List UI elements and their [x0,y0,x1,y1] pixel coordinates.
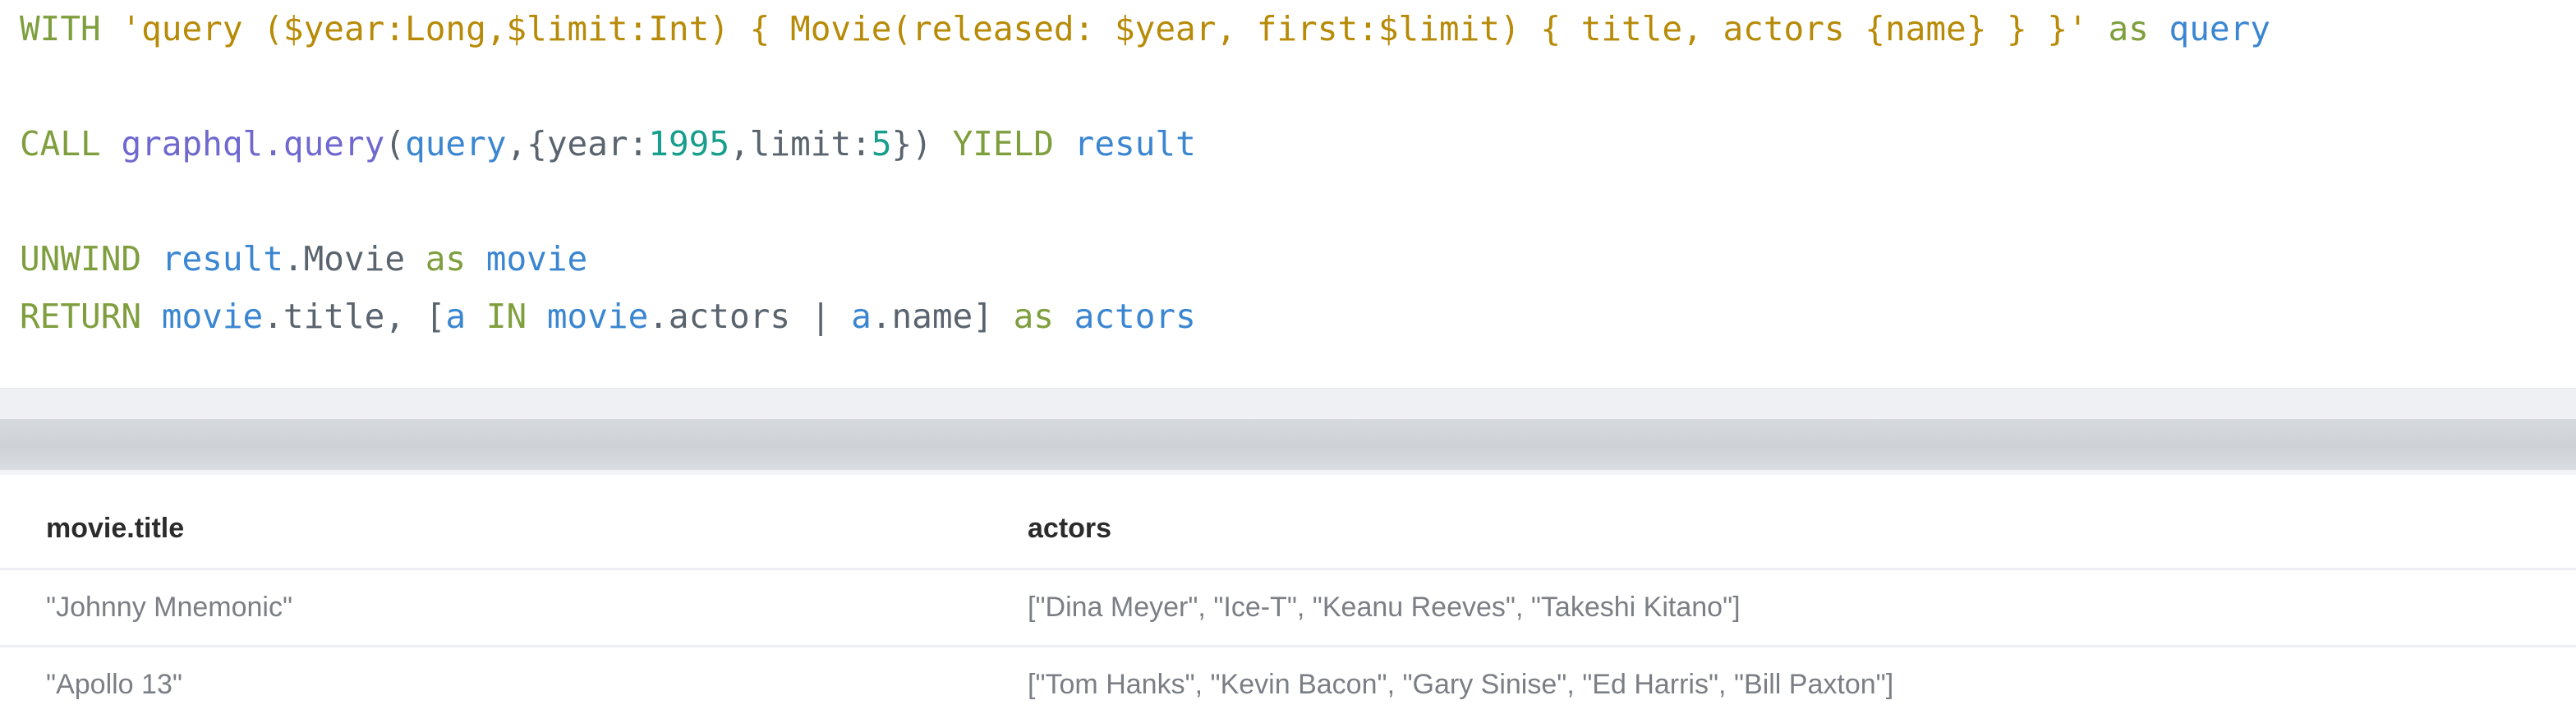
code-token-punc: ,{ [506,124,547,164]
code-token-prop: .name [871,297,973,336]
code-line-1: WITH 'query ($year:Long,$limit:Int) { Mo… [20,0,2576,58]
cell-actors: ["Dina Meyer", "Ice-T", "Keanu Reeves", … [982,569,2576,647]
code-line-3: CALL graphql.query(query,{year:1995,limi… [20,115,2576,173]
code-token-num: 5 [871,124,892,164]
frame-divider-bar [0,419,2576,470]
results-pane: movie.title actors "Johnny Mnemonic" ["D… [0,475,2576,714]
column-header-movie-title[interactable]: movie.title [0,475,982,570]
code-token-str: 'query ($year:Long,$limit:Int) { Movie(r… [121,9,2088,48]
code-token-punc: : [628,124,649,164]
code-token-kw: RETURN [20,297,142,336]
code-token-num: 1995 [648,124,730,164]
code-token-var: result [1074,124,1196,164]
code-token-proc: graphql.query [121,124,385,164]
code-token-prop: .title [263,297,385,336]
code-token-prop: limit [749,124,852,164]
code-token-prop: .actors [648,297,791,336]
code-line-5: UNWIND result.Movie as movie [20,230,2576,288]
table-row: "Apollo 13" ["Tom Hanks", "Kevin Bacon",… [0,646,2576,714]
code-token-kw: as [425,239,467,279]
code-token-punc: , [ [384,297,446,336]
code-token-prop: .Movie [283,239,406,279]
code-token-kw: WITH [20,9,101,48]
code-token-kw: YIELD [952,124,1054,164]
code-token-kw: as [2108,9,2149,48]
frame-divider-light [0,388,2576,420]
code-token-kw: CALL [20,124,101,164]
code-token-var: movie [161,297,264,336]
code-token-kw: UNWIND [20,239,142,279]
code-token-var: a [445,297,467,336]
code-token-punc: : [851,124,872,164]
cypher-query-editor[interactable]: WITH 'query ($year:Long,$limit:Int) { Mo… [0,0,2576,388]
table-row: "Johnny Mnemonic" ["Dina Meyer", "Ice-T"… [0,569,2576,647]
column-header-actors[interactable]: actors [982,475,2576,570]
code-token-var: query [2169,9,2270,48]
code-token-prop: year [546,124,628,164]
table-header-row: movie.title actors [0,475,2576,570]
code-token-punc: ( [384,124,406,164]
code-token-kw: as [1013,297,1054,336]
code-token-punc: | [790,297,852,336]
code-token-var: a [851,297,872,336]
code-token-kw: IN [485,297,527,336]
code-token-var: query [405,124,507,164]
code-token-punc: ] [973,297,993,336]
results-table-body: "Johnny Mnemonic" ["Dina Meyer", "Ice-T"… [0,569,2576,714]
code-line-6: RETURN movie.title, [a IN movie.actors |… [20,288,2576,345]
code-token-var: actors [1074,297,1196,336]
code-token-var: result [161,239,283,279]
results-table: movie.title actors "Johnny Mnemonic" ["D… [0,475,2576,714]
code-token-punc: }) [891,124,932,164]
code-block[interactable]: WITH 'query ($year:Long,$limit:Int) { Mo… [20,0,2576,345]
cell-movie-title: "Apollo 13" [0,646,982,714]
cell-movie-title: "Johnny Mnemonic" [0,569,982,647]
results-table-head: movie.title actors [0,475,2576,570]
cell-actors: ["Tom Hanks", "Kevin Bacon", "Gary Sinis… [982,646,2576,714]
code-token-var: movie [485,239,588,279]
code-token-punc: , [729,124,750,164]
code-token-var: movie [546,297,649,336]
